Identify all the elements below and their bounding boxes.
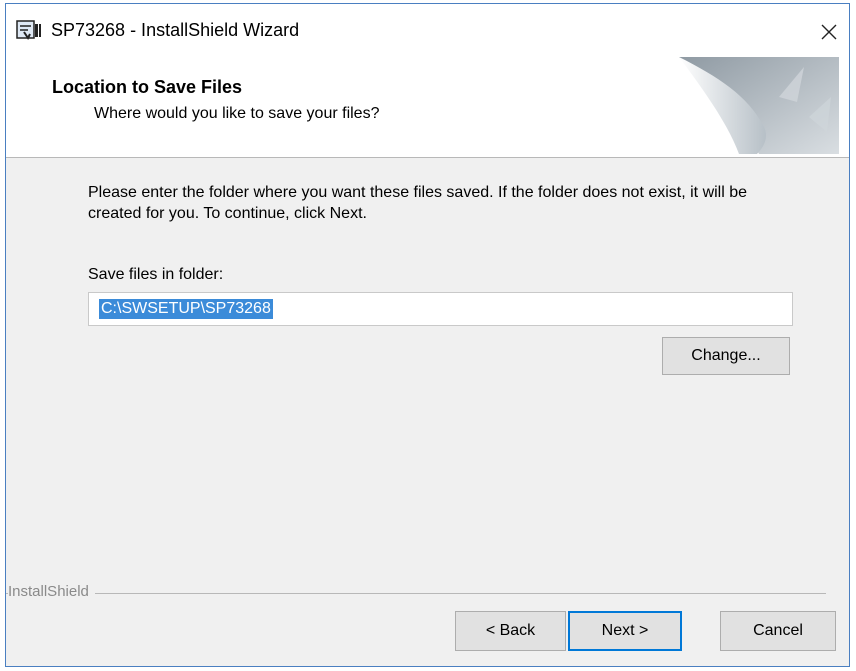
cancel-button[interactable]: Cancel xyxy=(720,611,836,651)
folder-label: Save files in folder: xyxy=(88,266,224,283)
installer-app-icon xyxy=(16,20,42,40)
installshield-wizard-window: SP73268 - InstallShield Wizard Location … xyxy=(5,3,850,667)
back-button[interactable]: < Back xyxy=(455,611,566,651)
change-button[interactable]: Change... xyxy=(662,337,790,375)
wizard-header: Location to Save Files Where would you l… xyxy=(6,57,849,158)
brand-label: InstallShield xyxy=(8,583,95,600)
folder-path-input[interactable]: C:\SWSETUP\SP73268 xyxy=(88,292,793,326)
close-icon xyxy=(821,24,837,40)
separator-rule xyxy=(6,593,826,594)
title-bar[interactable]: SP73268 - InstallShield Wizard xyxy=(6,4,849,57)
window-title: SP73268 - InstallShield Wizard xyxy=(51,20,300,40)
close-button[interactable] xyxy=(809,12,849,52)
next-button[interactable]: Next > xyxy=(568,611,682,651)
instructions-text: Please enter the folder where you want t… xyxy=(88,184,748,222)
page-subtitle: Where would you like to save your files? xyxy=(94,105,380,122)
page-curl-graphic xyxy=(679,57,839,154)
page-title: Location to Save Files xyxy=(52,77,243,97)
brand-separator: InstallShield xyxy=(6,583,826,600)
folder-path-value: C:\SWSETUP\SP73268 xyxy=(99,299,273,319)
